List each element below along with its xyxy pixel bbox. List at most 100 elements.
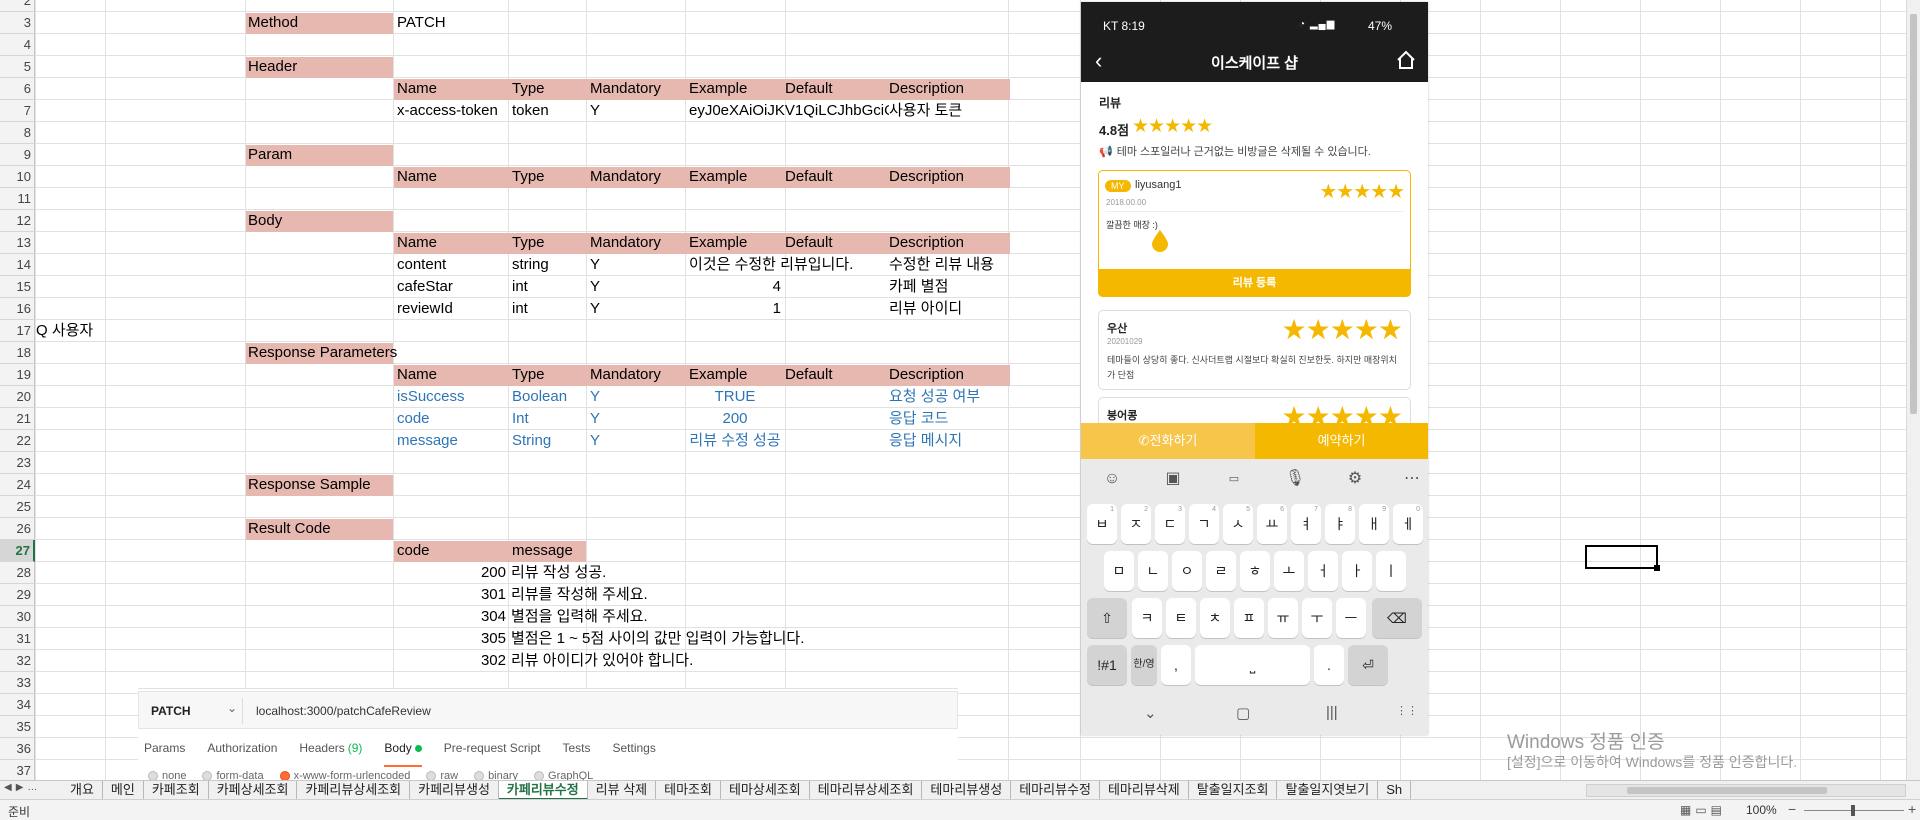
settings-icon[interactable]: ⚙ [1344, 468, 1366, 490]
tab-headers[interactable]: Headers (9) [299, 741, 362, 763]
cell-name[interactable]: message [397, 430, 508, 452]
cell-example[interactable]: 200 [689, 408, 781, 430]
sticker-icon[interactable]: ▣ [1162, 468, 1184, 490]
sheet-tab[interactable]: Sh [1378, 781, 1412, 800]
cell-type[interactable]: token [512, 100, 586, 122]
zoom-in-icon[interactable]: + [1908, 801, 1916, 817]
row-header[interactable]: 3 [0, 12, 35, 34]
row-header[interactable]: 9 [0, 144, 35, 166]
key[interactable]: ㅊ [1200, 598, 1230, 638]
result-code[interactable]: 200 [394, 562, 506, 584]
url-input[interactable]: localhost:3000/patchCafeReview [256, 704, 431, 718]
column-header[interactable]: code [397, 540, 507, 562]
column-header[interactable]: Mandatory [590, 232, 689, 254]
cell-name[interactable]: isSuccess [397, 386, 508, 408]
side-text[interactable]: Q 사용자 [36, 320, 106, 342]
row-header[interactable]: 23 [0, 452, 35, 474]
result-code[interactable]: 305 [394, 628, 506, 650]
row-header[interactable]: 25 [0, 496, 35, 518]
http-method-select[interactable]: PATCH [151, 704, 191, 718]
row-header[interactable]: 8 [0, 122, 35, 144]
tab-pre-request-script[interactable]: Pre-request Script [444, 741, 541, 763]
tab-settings[interactable]: Settings [613, 741, 656, 763]
key[interactable]: ㅐ9 [1359, 504, 1389, 544]
row-header[interactable]: 6 [0, 78, 35, 100]
row-header[interactable]: 33 [0, 672, 35, 694]
key[interactable]: ㅓ [1308, 551, 1338, 591]
column-header[interactable]: Example [689, 232, 785, 254]
cell-name[interactable]: code [397, 408, 508, 430]
cell-type[interactable]: string [512, 254, 586, 276]
key[interactable]: ㅍ [1234, 598, 1264, 638]
sheet-tab[interactable]: 테마리뷰생성 [922, 781, 1012, 800]
key[interactable]: ㄴ [1138, 551, 1168, 591]
submit-review-button[interactable]: 리뷰 등록 [1098, 269, 1411, 297]
cell-example[interactable]: 이것은 수정한 리뷰입니다. [689, 254, 889, 276]
cell-type[interactable]: int [512, 276, 586, 298]
chevron-down-icon[interactable]: ⌄ [1144, 704, 1157, 722]
zoom-level[interactable]: 100% [1746, 803, 1777, 817]
column-header[interactable]: Type [512, 232, 590, 254]
column-header[interactable]: Type [512, 166, 590, 188]
sheet-tab[interactable]: 탈출일지엿보기 [1277, 781, 1379, 800]
active-cell[interactable] [1585, 545, 1660, 571]
cell-description[interactable]: 수정한 리뷰 내용 [889, 254, 1019, 276]
key[interactable]: ㅡ [1336, 598, 1366, 638]
column-header[interactable]: Description [889, 78, 1013, 100]
column-header[interactable]: Mandatory [590, 78, 689, 100]
column-header[interactable]: Example [689, 166, 785, 188]
column-header[interactable]: Description [889, 166, 1013, 188]
column-header[interactable]: Example [689, 364, 785, 386]
zoom-slider[interactable] [1804, 805, 1904, 816]
reserve-button[interactable]: 예약하기 [1255, 423, 1428, 459]
result-message[interactable]: 리뷰를 작성해 주세요. [511, 584, 931, 606]
row-header[interactable]: 34 [0, 694, 35, 716]
key[interactable]: ㅜ [1302, 598, 1332, 638]
tab-authorization[interactable]: Authorization [207, 741, 277, 763]
column-header[interactable]: Default [785, 166, 889, 188]
result-message[interactable]: 리뷰 작성 성공. [511, 562, 931, 584]
section-label[interactable]: Method [248, 12, 393, 34]
key[interactable]: ㅂ1 [1087, 504, 1117, 544]
spreadsheet-grid[interactable]: 2 3 4 5 6 7 8 9 10 11 12 13 14 15 16 17 18 19 20 21 22 23 24 25… [0, 0, 1920, 780]
sheet-tab[interactable]: 리뷰 삭제 [587, 781, 657, 800]
cell-mandatory[interactable]: Y [590, 298, 685, 320]
cell-type[interactable]: int [512, 298, 586, 320]
enter-key[interactable]: ⏎ [1348, 645, 1388, 685]
row-header[interactable]: 22 [0, 430, 35, 452]
column-header[interactable]: Type [512, 78, 590, 100]
backspace-key[interactable]: ⌫ [1372, 598, 1422, 638]
method-value[interactable]: PATCH [397, 12, 507, 34]
tab-scroll-arrows-icon[interactable]: ◀▶… [4, 782, 41, 793]
row-header[interactable]: 31 [0, 628, 35, 650]
space-key[interactable]: ⎵ [1195, 645, 1310, 685]
cell-example[interactable]: 1 [689, 298, 781, 320]
key[interactable]: ㅇ [1172, 551, 1202, 591]
period-key[interactable]: . [1314, 645, 1344, 685]
row-header[interactable]: 19 [0, 364, 35, 386]
column-header[interactable]: Default [785, 232, 889, 254]
row-header[interactable]: 7 [0, 100, 35, 122]
row-header[interactable]: 16 [0, 298, 35, 320]
text-cursor-handle-icon[interactable] [1152, 230, 1168, 252]
column-header[interactable]: Default [785, 78, 889, 100]
row-header[interactable]: 37 [0, 760, 35, 780]
sheet-tab[interactable]: 탈출일지조회 [1188, 781, 1278, 800]
row-header[interactable]: 24 [0, 474, 35, 496]
column-header[interactable]: message [512, 540, 582, 562]
call-button[interactable]: ✆전화하기 [1081, 423, 1255, 459]
tab-params[interactable]: Params [144, 741, 185, 763]
home-square-icon[interactable]: ▢ [1236, 704, 1250, 722]
section-label[interactable]: Param [248, 144, 393, 166]
cell-description[interactable]: 카페 별점 [889, 276, 1019, 298]
cell-mandatory[interactable]: Y [590, 386, 685, 408]
column-header[interactable]: Default [785, 364, 889, 386]
key[interactable]: ㅋ [1132, 598, 1162, 638]
cell-mandatory[interactable]: Y [590, 100, 685, 122]
row-header[interactable]: 18 [0, 342, 35, 364]
cell-description[interactable]: 응답 코드 [889, 408, 1019, 430]
recents-icon[interactable]: ||| [1326, 704, 1338, 721]
key[interactable]: ㅑ8 [1325, 504, 1355, 544]
section-label[interactable]: Result Code [248, 518, 393, 540]
column-header[interactable]: Type [512, 364, 590, 386]
